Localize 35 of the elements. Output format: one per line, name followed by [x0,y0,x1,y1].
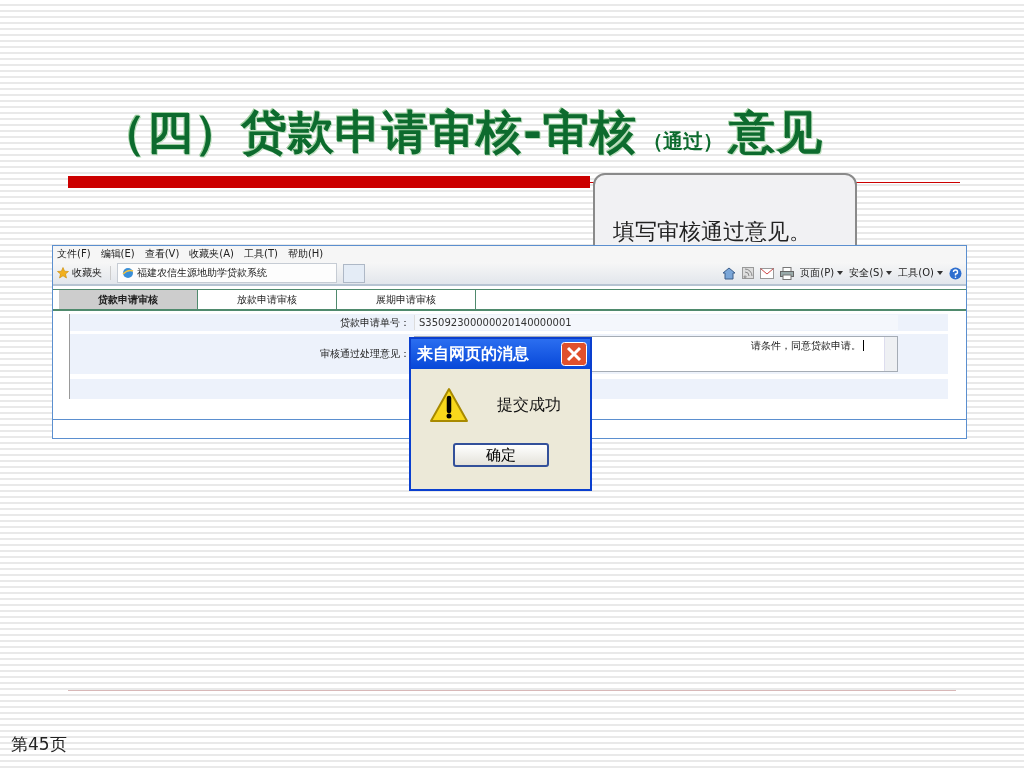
page-number: 第45页 [11,733,67,756]
close-icon[interactable] [561,342,587,366]
toolbar-menu[interactable]: 安全(S) [849,266,893,280]
app-tab[interactable]: 贷款申请审核 [59,290,198,309]
home-icon[interactable] [722,266,737,280]
form-label: 贷款申请单号： [339,315,411,330]
caret-icon [886,271,893,275]
menu-item[interactable]: 帮助(H) [287,247,324,261]
browser-tab[interactable]: 福建农信生源地助学贷款系统 [117,263,337,283]
application-number: S35092300000020140000001 [414,315,898,330]
dialog-message: 提交成功 [497,394,561,416]
toolbar-menu[interactable]: 页面(P) [800,266,844,280]
callout-text: 填写审核通过意见。 [613,219,811,244]
menu-item[interactable]: 工具(T) [244,247,278,261]
printer-icon[interactable] [780,266,795,280]
menu-item[interactable]: 编辑(E) [100,247,135,261]
warning-icon [429,387,469,423]
caret-icon [937,271,943,275]
title-note: （通过） [643,128,724,155]
feed-icon[interactable] [742,267,755,279]
dialog-title: 来自网页的消息 [417,343,529,365]
globe-icon [122,267,134,279]
ok-button[interactable]: 确定 [452,443,549,467]
slide-title: （四）贷款申请审核-审核 [100,104,638,160]
help-icon[interactable] [949,266,962,280]
slide-title-end: 意见 [729,104,824,160]
star-icon [57,267,69,279]
toolbar-menu[interactable]: 工具(O) [898,266,943,280]
mail-icon[interactable] [760,267,775,279]
form-label: 审核通过处理意见： [319,347,411,361]
menu-item[interactable]: 收藏夹(A) [189,247,234,261]
menu-item[interactable]: 查看(V) [144,247,180,261]
favorites-button[interactable]: 收藏夹 [57,266,111,280]
caret-icon [837,271,844,275]
menu-item[interactable]: 文件(F) [57,247,91,261]
